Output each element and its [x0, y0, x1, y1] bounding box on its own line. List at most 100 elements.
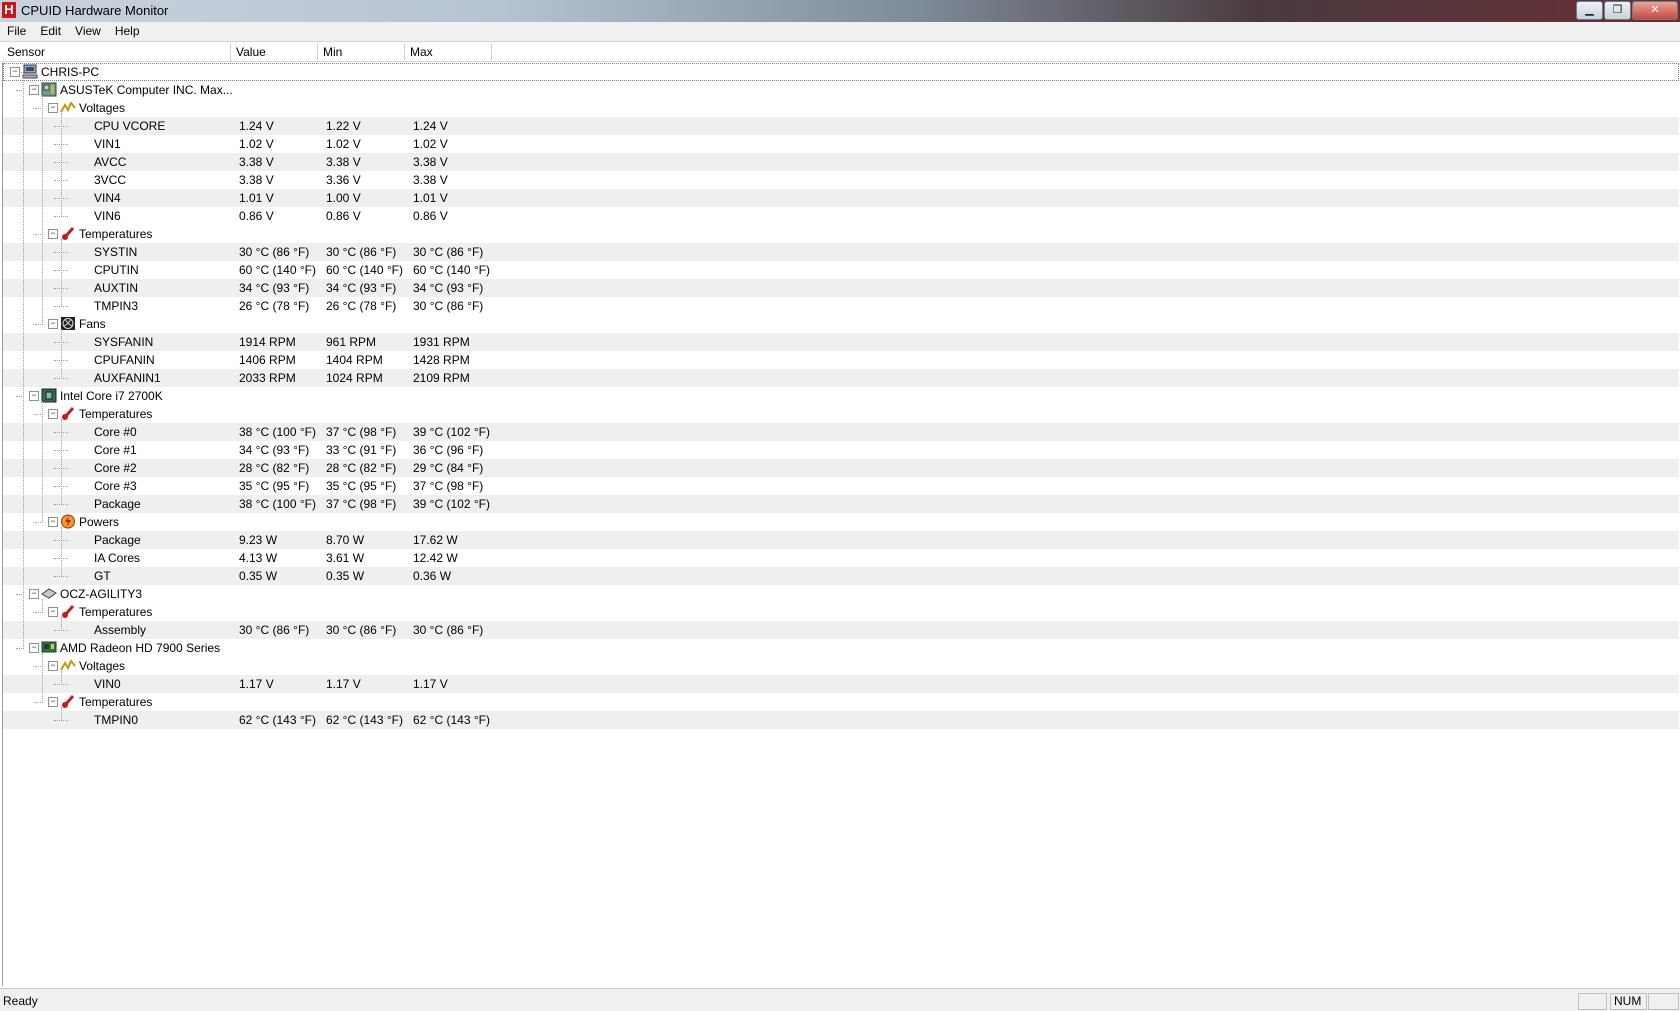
- sensor-tree[interactable]: − CHRIS-PC − ASUSTeK Computer INC. Max... − V…: [2, 63, 1679, 986]
- sensor-max: 30 °C (86 °F): [413, 299, 484, 313]
- sensor-row[interactable]: CPU VCORE 1.24 V 1.22 V 1.24 V: [3, 117, 1679, 135]
- tree-node[interactable]: − Temperatures: [3, 225, 1679, 243]
- collapse-toggle[interactable]: −: [29, 85, 39, 95]
- sensor-value: 1.01 V: [239, 191, 274, 205]
- sensor-row[interactable]: VIN0 1.17 V 1.17 V 1.17 V: [3, 675, 1679, 693]
- menu-edit[interactable]: Edit: [33, 22, 68, 41]
- sensor-value: 1406 RPM: [239, 353, 296, 367]
- collapse-toggle[interactable]: −: [48, 103, 58, 113]
- sensor-min: 30 °C (86 °F): [326, 245, 397, 259]
- sensor-min: 60 °C (140 °F): [326, 263, 403, 277]
- tree-node[interactable]: − Fans: [3, 315, 1679, 333]
- sensor-row[interactable]: TMPIN0 62 °C (143 °F) 62 °C (143 °F) 62 °C …: [3, 711, 1679, 729]
- collapse-toggle[interactable]: −: [48, 697, 58, 707]
- sensor-label: CPUTIN: [94, 263, 139, 277]
- sensor-row[interactable]: GT 0.35 W 0.35 W 0.36 W: [3, 567, 1679, 585]
- thermometer-icon: [60, 406, 76, 421]
- column-sensor[interactable]: Sensor: [2, 43, 231, 61]
- sensor-value: 34 °C (93 °F): [239, 443, 310, 457]
- sensor-row[interactable]: 3VCC 3.38 V 3.36 V 3.38 V: [3, 171, 1679, 189]
- tree-node[interactable]: − AMD Radeon HD 7900 Series: [3, 639, 1679, 657]
- collapse-toggle[interactable]: −: [10, 67, 20, 77]
- menu-help[interactable]: Help: [108, 22, 147, 41]
- collapse-toggle[interactable]: −: [29, 643, 39, 653]
- minimize-button[interactable]: ▁: [1576, 1, 1603, 20]
- tree-node[interactable]: − ASUSTeK Computer INC. Max...: [3, 81, 1679, 99]
- collapse-toggle[interactable]: −: [48, 607, 58, 617]
- collapse-toggle[interactable]: −: [48, 229, 58, 239]
- sensor-row[interactable]: Core #0 38 °C (100 °F) 37 °C (98 °F) 39 °C …: [3, 423, 1679, 441]
- sensor-row[interactable]: VIN6 0.86 V 0.86 V 0.86 V: [3, 207, 1679, 225]
- sensor-label: Package: [94, 533, 141, 547]
- sensor-row[interactable]: Assembly 30 °C (86 °F) 30 °C (86 °F) 30 °C …: [3, 621, 1679, 639]
- sensor-min: 3.36 V: [326, 173, 361, 187]
- sensor-max: 37 °C (98 °F): [413, 479, 484, 493]
- sensor-row[interactable]: AUXFANIN1 2033 RPM 1024 RPM 2109 RPM: [3, 369, 1679, 387]
- menu-file[interactable]: File: [0, 22, 33, 41]
- tree-node[interactable]: − CHRIS-PC: [3, 63, 1679, 81]
- tree-node[interactable]: − Temperatures: [3, 693, 1679, 711]
- collapse-toggle[interactable]: −: [48, 661, 58, 671]
- window-title: CPUID Hardware Monitor: [21, 3, 169, 18]
- collapse-toggle[interactable]: −: [48, 319, 58, 329]
- sensor-max: 60 °C (140 °F): [413, 263, 490, 277]
- sensor-min: 1.17 V: [326, 677, 361, 691]
- tree-node[interactable]: − Powers: [3, 513, 1679, 531]
- disk-icon: [41, 586, 57, 601]
- sensor-max: 1.02 V: [413, 137, 448, 151]
- sensor-row[interactable]: VIN4 1.01 V 1.00 V 1.01 V: [3, 189, 1679, 207]
- sensor-value: 9.23 W: [239, 533, 278, 547]
- sensor-row[interactable]: CPUTIN 60 °C (140 °F) 60 °C (140 °F) 60 °C …: [3, 261, 1679, 279]
- sensor-row[interactable]: IA Cores 4.13 W 3.61 W 12.42 W: [3, 549, 1679, 567]
- tree-node[interactable]: − Voltages: [3, 99, 1679, 117]
- sensor-row[interactable]: SYSTIN 30 °C (86 °F) 30 °C (86 °F) 30 °C (8…: [3, 243, 1679, 261]
- tree-node[interactable]: − OCZ-AGILITY3: [3, 585, 1679, 603]
- sensor-row[interactable]: VIN1 1.02 V 1.02 V 1.02 V: [3, 135, 1679, 153]
- sensor-min: 35 °C (95 °F): [326, 479, 397, 493]
- tree-guide: [42, 401, 43, 523]
- tree-node[interactable]: − Temperatures: [3, 405, 1679, 423]
- tree-guide: [61, 113, 62, 217]
- sensor-label: SYSTIN: [94, 245, 138, 259]
- sensor-row[interactable]: CPUFANIN 1406 RPM 1404 RPM 1428 RPM: [3, 351, 1679, 369]
- collapse-toggle[interactable]: −: [48, 517, 58, 527]
- menu-view[interactable]: View: [68, 22, 108, 41]
- close-button[interactable]: ✕: [1632, 1, 1678, 20]
- row-background: [3, 315, 1679, 333]
- sensor-row[interactable]: Core #3 35 °C (95 °F) 35 °C (95 °F) 37 °C (…: [3, 477, 1679, 495]
- collapse-toggle[interactable]: −: [29, 589, 39, 599]
- sensor-label: Core #0: [94, 425, 137, 439]
- row-background: [3, 639, 1679, 657]
- tree-guide: [42, 653, 43, 703]
- node-label: Temperatures: [79, 695, 153, 709]
- tree-guide: [61, 617, 62, 631]
- status-num: NUM: [1610, 993, 1647, 1010]
- tree-node[interactable]: − Intel Core i7 2700K: [3, 387, 1679, 405]
- sensor-row[interactable]: SYSFANIN 1914 RPM 961 RPM 1931 RPM: [3, 333, 1679, 351]
- tree-node[interactable]: − Temperatures: [3, 603, 1679, 621]
- title-bar: H CPUID Hardware Monitor ▁ ❐ ✕: [0, 0, 1680, 22]
- column-value[interactable]: Value: [231, 43, 318, 61]
- sensor-row[interactable]: Package 9.23 W 8.70 W 17.62 W: [3, 531, 1679, 549]
- sensor-max: 3.38 V: [413, 173, 448, 187]
- column-min[interactable]: Min: [318, 43, 405, 61]
- sensor-max: 29 °C (84 °F): [413, 461, 484, 475]
- sensor-row[interactable]: AVCC 3.38 V 3.38 V 3.38 V: [3, 153, 1679, 171]
- voltage-icon: [60, 100, 76, 115]
- tree-node[interactable]: − Voltages: [3, 657, 1679, 675]
- cpu-icon: [41, 388, 57, 403]
- collapse-toggle[interactable]: −: [48, 409, 58, 419]
- sensor-row[interactable]: Core #1 34 °C (93 °F) 33 °C (91 °F) 36 °C (…: [3, 441, 1679, 459]
- column-max[interactable]: Max: [405, 43, 492, 61]
- sensor-max: 3.38 V: [413, 155, 448, 169]
- tree-connector: [16, 594, 22, 595]
- sensor-min: 8.70 W: [326, 533, 365, 547]
- sensor-row[interactable]: TMPIN3 26 °C (78 °F) 26 °C (78 °F) 30 °C (8…: [3, 297, 1679, 315]
- maximize-button[interactable]: ❐: [1604, 1, 1631, 20]
- sensor-min: 28 °C (82 °F): [326, 461, 397, 475]
- sensor-row[interactable]: Core #2 28 °C (82 °F) 28 °C (82 °F) 29 °C (…: [3, 459, 1679, 477]
- sensor-row[interactable]: Package 38 °C (100 °F) 37 °C (98 °F) 39 °C …: [3, 495, 1679, 513]
- collapse-toggle[interactable]: −: [29, 391, 39, 401]
- sensor-value: 35 °C (95 °F): [239, 479, 310, 493]
- sensor-row[interactable]: AUXTIN 34 °C (93 °F) 34 °C (93 °F) 34 °C (9…: [3, 279, 1679, 297]
